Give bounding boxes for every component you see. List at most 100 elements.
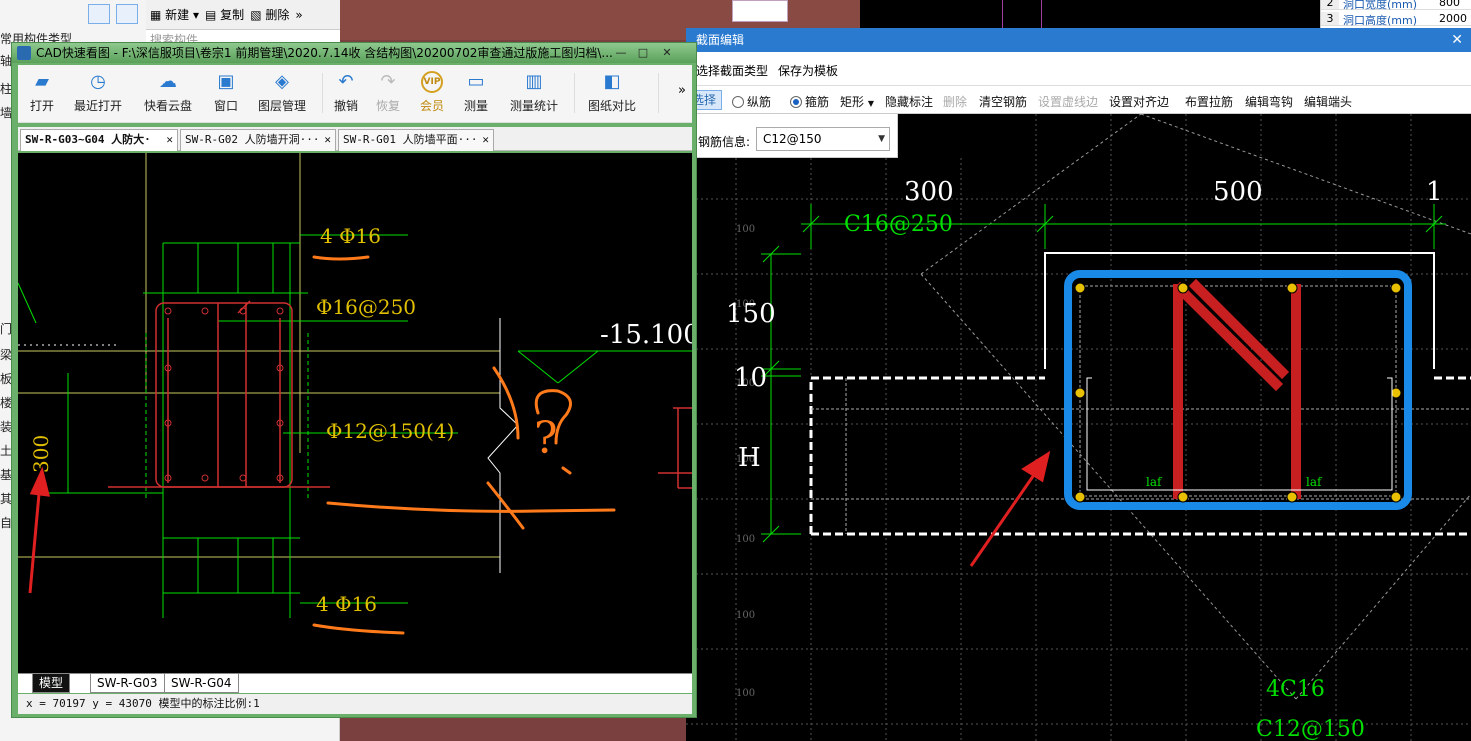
grid-label: 100 xyxy=(736,610,755,621)
close-icon[interactable]: ✕ xyxy=(482,130,489,150)
open-button[interactable]: ▰ 打开 xyxy=(22,69,62,119)
dimension-10: 10 xyxy=(734,363,767,393)
rebar-label: 4 Φ16 xyxy=(316,592,377,616)
window-title: CAD快速看图 - F:\深信服项目\卷宗1 前期管理\2020.7.14收 含… xyxy=(36,46,613,60)
rebar-label: Φ16@250 xyxy=(316,295,416,319)
undo-icon: ↶ xyxy=(338,71,354,92)
rebar-label-top: C16@250 xyxy=(844,212,953,237)
dimension-150: 150 xyxy=(726,299,776,329)
dimension-1: 1 xyxy=(1426,177,1443,207)
chevron-down-icon: ▼ xyxy=(878,134,885,144)
undo-button[interactable]: ↶ 撤销 xyxy=(328,69,364,119)
rebar-label: Φ12@150(4) xyxy=(326,419,454,443)
close-icon[interactable]: ✕ xyxy=(166,130,173,150)
place-tie-button[interactable]: 布置拉筋 xyxy=(1185,93,1233,110)
stirrup-shape[interactable] xyxy=(1064,270,1412,510)
recent-button[interactable]: ◷ 最近打开 xyxy=(68,69,128,119)
dimension-300: 300 xyxy=(29,435,53,473)
detail-view-icon[interactable] xyxy=(116,4,138,24)
layer-manager-button[interactable]: ◈ 图层管理 xyxy=(252,69,312,119)
compare-button[interactable]: ◧ 图纸对比 xyxy=(582,69,642,119)
cloud-icon: ☁ xyxy=(159,71,177,92)
tab-drawing[interactable]: SW-R-G02 人防墙开洞··· ✕ xyxy=(180,129,336,151)
stirrup-radio[interactable]: 箍筋 xyxy=(790,93,829,110)
grid-label: 100 xyxy=(736,688,755,699)
chart-icon: ▥ xyxy=(525,71,543,92)
rebar-info-dropdown[interactable]: C12@150 ▼ xyxy=(756,127,890,151)
more-icon[interactable]: » xyxy=(678,83,686,98)
component-toolbar: ▦ 新建 ▾ ▤ 复制 ▧ 删除 » xyxy=(146,0,340,30)
close-icon[interactable]: ✕ xyxy=(1451,28,1463,52)
background-canvas xyxy=(860,0,1320,28)
new-button[interactable]: ▦ 新建 ▾ xyxy=(150,6,199,23)
dimension-300: 300 xyxy=(904,177,954,207)
radio-icon xyxy=(732,96,744,108)
tab-drawing[interactable]: SW-R-G01 人防墙平面··· ✕ xyxy=(338,129,494,151)
question-mark: ? xyxy=(534,413,558,464)
hide-dims-button[interactable]: 隐藏标注 xyxy=(885,93,933,110)
section-toolbar: 选择 纵筋 箍筋 矩形 ▼ 隐藏标注 删除 清空钢筋 设置虚线边 设置对齐边 布… xyxy=(686,86,1471,114)
window-icon: ▣ xyxy=(217,71,235,92)
redo-button[interactable]: ↷ 恢复 xyxy=(370,69,406,119)
table-row[interactable]: 3 洞口高度(mm) 2000 xyxy=(1321,12,1471,27)
background-thumbnail xyxy=(732,0,788,22)
more-icon[interactable]: » xyxy=(295,8,302,22)
clock-icon: ◷ xyxy=(90,71,106,92)
maximize-icon[interactable]: □ xyxy=(632,45,654,61)
rebar-label-corner: 4C16 xyxy=(1266,677,1325,702)
window-button[interactable]: ▣ 窗口 xyxy=(208,69,244,119)
list-view-icon[interactable] xyxy=(88,4,110,24)
cad-canvas[interactable]: 4 Φ16 Φ16@250 Φ12@150(4) 4 Φ16 300 -15.1… xyxy=(18,153,692,673)
longitudinal-radio[interactable]: 纵筋 xyxy=(732,93,771,110)
chevron-down-icon: ▼ xyxy=(867,99,874,108)
delete-button[interactable]: 删除 xyxy=(943,93,967,110)
layout-tabs: 模型 SW-R-G03 SW-R-G04 xyxy=(18,673,692,693)
select-section-type-button[interactable]: 选择截面类型 xyxy=(696,62,768,79)
section-canvas[interactable]: 100 100 100 100 100 100 100 300 500 1 15… xyxy=(686,114,1471,741)
grid-label: 100 xyxy=(736,224,755,235)
cad-titlebar: CAD快速看图 - F:\深信服项目\卷宗1 前期管理\2020.7.14收 含… xyxy=(12,43,696,63)
edit-hook-button[interactable]: 编辑弯钩 xyxy=(1245,93,1293,110)
tab-model[interactable]: 模型 xyxy=(32,674,71,693)
close-icon[interactable]: ✕ xyxy=(324,130,331,150)
window-title: 截面编辑 xyxy=(696,33,745,47)
section-menubar: 选择截面类型 保存为模板 xyxy=(686,52,1471,86)
measure-button[interactable]: ▭ 测量 xyxy=(458,69,494,119)
app-icon xyxy=(17,46,31,60)
close-icon[interactable]: ✕ xyxy=(656,45,678,61)
section-drawing: 100 100 100 100 100 100 100 300 500 1 15… xyxy=(686,114,1471,741)
tab-layout[interactable]: SW-R-G04 xyxy=(164,674,239,693)
measure-stats-button[interactable]: ▥ 测量统计 xyxy=(504,69,564,119)
redo-icon: ↷ xyxy=(380,71,396,92)
clear-rebar-button[interactable]: 清空钢筋 xyxy=(979,93,1027,110)
ruler-icon: ▭ xyxy=(467,71,485,92)
section-editor-titlebar: 截面编辑 ✕ xyxy=(686,28,1471,52)
tab-layout[interactable]: SW-R-G03 xyxy=(90,674,165,693)
cad-viewer-window: CAD快速看图 - F:\深信服项目\卷宗1 前期管理\2020.7.14收 含… xyxy=(11,42,697,718)
section-editor-window: 截面编辑 ✕ 选择截面类型 保存为模板 选择 纵筋 箍筋 矩形 ▼ 隐藏标注 删… xyxy=(686,28,1471,741)
minimize-icon[interactable]: — xyxy=(610,45,632,61)
shape-dropdown[interactable]: 矩形 ▼ xyxy=(840,93,874,110)
set-align-edge-button[interactable]: 设置对齐边 xyxy=(1109,93,1169,110)
rebar-label-stirrup: C12@150 xyxy=(1256,717,1365,741)
rebar-info-panel: 钢筋信息: C12@150 ▼ xyxy=(686,114,898,158)
laf-label: laf xyxy=(1306,475,1323,489)
layers-icon: ◈ xyxy=(275,71,289,92)
copy-button[interactable]: ▤ 复制 xyxy=(205,6,244,23)
status-bar: x = 70197 y = 43070 模型中的标注比例:1 xyxy=(18,694,692,714)
grid-label: 100 xyxy=(736,534,755,545)
delete-component-button[interactable]: ▧ 删除 xyxy=(250,6,289,23)
set-dashed-edge-button[interactable]: 设置虚线边 xyxy=(1038,93,1098,110)
radio-checked-icon xyxy=(790,96,802,108)
edit-end-button[interactable]: 编辑端头 xyxy=(1304,93,1352,110)
table-row[interactable]: 2 洞口宽度(mm) 800 xyxy=(1321,0,1471,11)
folder-icon: ▰ xyxy=(35,71,49,92)
property-table: 2 洞口宽度(mm) 800 3 洞口高度(mm) 2000 xyxy=(1320,0,1471,28)
dimension-h: H xyxy=(738,443,761,473)
save-template-button[interactable]: 保存为模板 xyxy=(778,62,838,79)
vip-button[interactable]: VIP 会员 xyxy=(414,69,450,119)
cad-tabs: SW-R-G03~G04 人防大· ✕ SW-R-G02 人防墙开洞··· ✕ SW… xyxy=(18,127,692,151)
vip-icon: VIP xyxy=(421,71,443,93)
cloud-button[interactable]: ☁ 快看云盘 xyxy=(138,69,198,119)
tab-drawing[interactable]: SW-R-G03~G04 人防大· ✕ xyxy=(20,129,178,151)
